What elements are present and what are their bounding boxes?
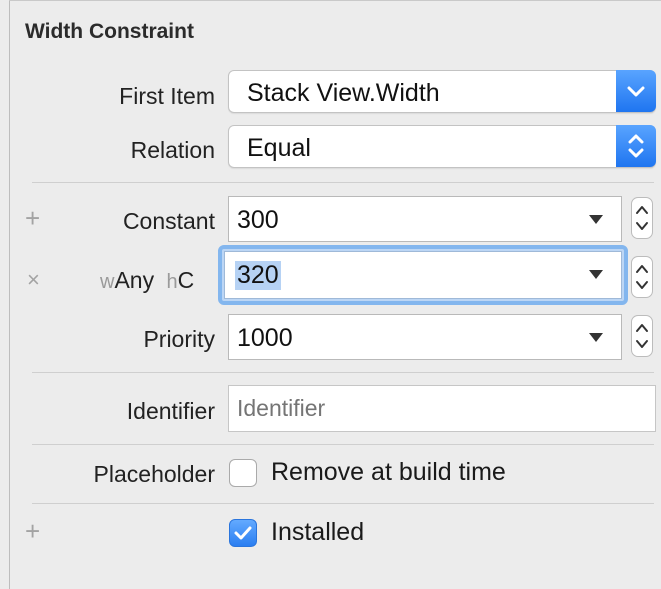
remove-variation-icon[interactable]: × [27, 267, 40, 293]
height-class-prefix: h [166, 271, 178, 293]
priority-combo[interactable]: 1000 [228, 314, 622, 360]
dropdown-arrow-icon[interactable] [589, 333, 603, 342]
size-class-stepper[interactable] [631, 256, 653, 298]
priority-value: 1000 [237, 324, 293, 352]
stepper-arrows-icon [636, 324, 648, 348]
checkmark-icon [234, 526, 252, 540]
dropdown-arrow-icon[interactable] [589, 215, 603, 224]
size-class-value: 320 [235, 261, 281, 290]
first-item-popup[interactable]: Stack View.Width [228, 70, 656, 113]
section-title: Width Constraint [25, 20, 194, 43]
width-class-prefix: w [100, 271, 115, 293]
up-down-chevron-icon [616, 125, 656, 167]
priority-label: Priority [143, 326, 215, 352]
installed-label[interactable]: Installed [271, 518, 364, 547]
relation-value: Equal [247, 134, 311, 162]
priority-stepper[interactable] [631, 315, 653, 357]
constant-value: 300 [237, 206, 279, 234]
chevron-down-icon [616, 70, 656, 112]
size-class-label: wAny hC [100, 267, 194, 294]
dropdown-arrow-icon[interactable] [589, 270, 603, 279]
divider [32, 372, 654, 373]
constant-stepper[interactable] [631, 197, 653, 239]
add-installed-variation-icon[interactable]: + [25, 516, 40, 547]
constant-combo[interactable]: 300 [228, 196, 622, 242]
panel-left-border [9, 0, 10, 589]
stepper-arrows-icon [636, 265, 648, 289]
first-item-value: Stack View.Width [247, 79, 440, 107]
remove-at-build-time-label[interactable]: Remove at build time [271, 458, 506, 487]
divider [32, 182, 654, 183]
height-class-value: C [177, 267, 195, 293]
installed-checkbox[interactable] [229, 519, 257, 547]
size-class-combo[interactable]: 320 [224, 251, 622, 299]
first-item-label: First Item [119, 83, 215, 109]
divider [32, 503, 654, 504]
identifier-label: Identifier [126, 398, 215, 424]
remove-at-build-time-checkbox[interactable] [229, 459, 257, 487]
divider [32, 444, 654, 445]
panel-top-border [9, 0, 661, 1]
identifier-field[interactable] [228, 385, 656, 432]
stepper-arrows-icon [636, 206, 648, 230]
width-class-value: Any [114, 267, 155, 293]
relation-popup[interactable]: Equal [228, 125, 656, 168]
constant-label: Constant [122, 208, 215, 234]
relation-label: Relation [130, 137, 215, 163]
placeholder-label: Placeholder [93, 461, 215, 487]
